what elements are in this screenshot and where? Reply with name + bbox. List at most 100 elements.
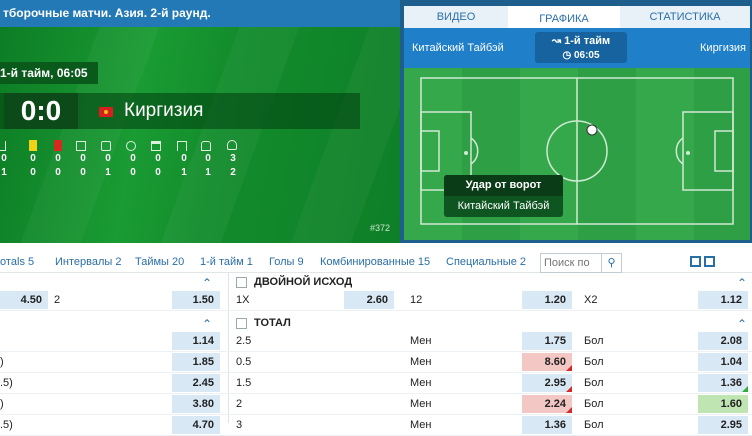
odd-button[interactable]: 1.14 (172, 332, 220, 350)
score: 0:0 (4, 93, 78, 129)
market-search: ⚲ (540, 253, 622, 273)
odd-value: 8.60 (544, 356, 566, 368)
tournament-title: тборочные матчи. Азия. 2-й раунд. (0, 0, 400, 27)
market-title: ДВОЙНОЙ ИСХОД (254, 276, 353, 288)
substitution-icon (76, 141, 86, 151)
table-row: .5) 2.45 (0, 373, 228, 394)
total-line: 1.5 (236, 377, 252, 389)
odd-button[interactable]: 1.75 (522, 332, 572, 350)
odd-button[interactable]: 2.08 (698, 332, 748, 350)
match-panel: тборочные матчи. Азия. 2-й раунд. 1-й та… (0, 0, 400, 243)
odd-button[interactable]: 2.24 (522, 395, 572, 413)
market-tab-first-half[interactable]: 1-й тайм 1 (200, 256, 253, 268)
match-time: 06:05 (56, 66, 88, 80)
stat-value: 0 (105, 153, 111, 164)
collapse-chevron-icon[interactable]: ⌃ (735, 318, 749, 330)
market-tab-special[interactable]: Специальные 2 (446, 256, 526, 268)
odd-button[interactable]: 3.80 (172, 395, 220, 413)
kyrgyzstan-flag-icon (99, 107, 113, 117)
outcome-label: X2 (584, 294, 598, 306)
odd-button[interactable]: 1.85 (172, 353, 220, 371)
odd-button[interactable]: 1.50 (172, 291, 220, 309)
table-row: 1X 2.60 12 1.20 X2 1.12 (228, 290, 752, 311)
stat-value: 0 (181, 153, 187, 164)
odd-button[interactable]: 2.95 (698, 416, 748, 434)
search-icon[interactable]: ⚲ (601, 254, 621, 272)
viz-teams-bar: Китайский Тайбэй ↝ 1-й тайм ◷ 06:05 Кирг… (404, 28, 750, 68)
market-tab-intervals[interactable]: Интервалы 2 (55, 256, 121, 268)
table-row: 2.5 Мен 1.75 Бол 2.08 (228, 331, 752, 352)
search-input[interactable] (541, 254, 601, 272)
tab-graphics[interactable]: ГРАФИКА (508, 6, 620, 28)
odd-value: 2.95 (544, 377, 566, 389)
market-checkbox[interactable] (236, 277, 247, 288)
market-tab-goals[interactable]: Голы 9 (269, 256, 304, 268)
table-row: .5) 4.70 (0, 415, 228, 436)
event-title: Удар от ворот (444, 175, 563, 196)
odd-value: 2.24 (544, 398, 566, 410)
period-text: 1-й тайм, (0, 66, 54, 80)
single-column-view-icon[interactable] (704, 256, 715, 267)
table-row: 2 Мен 2.24 Бол 1.60 (228, 394, 752, 415)
odds-down-indicator (566, 407, 572, 413)
stat-value: 1 (1, 167, 7, 178)
tab-statistics[interactable]: СТАТИСТИКА (620, 6, 750, 28)
odd-button[interactable]: 4.50 (0, 291, 48, 309)
under-label: Мен (410, 356, 432, 368)
total-line: 2 (236, 398, 243, 410)
stat-value: 3 (230, 153, 236, 164)
under-label: Мен (410, 419, 432, 431)
outcome-label: .5) (0, 419, 13, 431)
under-label: Мен (410, 398, 432, 410)
viz-time: 06:05 (573, 50, 600, 61)
market-title: ТОТАЛ (254, 317, 291, 329)
possession-icon (227, 140, 237, 150)
viz-period: 1-й тайм (564, 35, 611, 47)
ball-icon (586, 124, 598, 136)
market-tabs: отals 5 Интервалы 2 Таймы 20 1-й тайм 1 … (0, 251, 752, 273)
odd-button[interactable]: 8.60 (522, 353, 572, 371)
market-tab-totals[interactable]: отals 5 (0, 256, 34, 268)
over-label: Бол (584, 419, 604, 431)
event-box: Удар от ворот Китайский Тайбэй (444, 175, 563, 217)
right-penalty-spot (686, 151, 690, 155)
odd-button[interactable]: 1.36 (698, 374, 748, 392)
viz-tabs: ВИДЕО ГРАФИКА СТАТИСТИКА (404, 6, 750, 28)
odd-value: 1.60 (720, 398, 742, 410)
stat-value: 0 (130, 153, 136, 164)
stat-value: 0 (30, 153, 36, 164)
under-label: Мен (410, 335, 432, 347)
clock-icon: ◷ (562, 50, 572, 61)
goal-kick-icon (151, 141, 161, 151)
odd-button[interactable]: 2.60 (344, 291, 394, 309)
odd-button[interactable]: 4.70 (172, 416, 220, 434)
viz-team2: Киргизия (700, 42, 746, 54)
market-checkbox[interactable] (236, 318, 247, 329)
stat-value: 0 (130, 167, 136, 178)
stat-value: 1 (105, 167, 111, 178)
outcome-label: ) (0, 356, 4, 368)
stats-row-team1: 0 0 0 0 0 0 0 0 0 3 (0, 152, 250, 166)
odd-button[interactable]: 1.60 (698, 395, 748, 413)
odd-button[interactable]: 2.45 (172, 374, 220, 392)
odd-button[interactable]: 1.20 (522, 291, 572, 309)
table-row: 4.50 2 1.50 (0, 290, 228, 311)
odd-value: 1.36 (720, 377, 742, 389)
total-line: 2.5 (236, 335, 252, 347)
two-column-view-icon[interactable] (690, 256, 701, 267)
odd-button[interactable]: 1.04 (698, 353, 748, 371)
viz-team1: Китайский Тайбэй (412, 42, 504, 54)
over-label: Бол (584, 335, 604, 347)
odd-button[interactable]: 1.12 (698, 291, 748, 309)
market-tab-halves[interactable]: Таймы 20 (135, 256, 184, 268)
yellow-card-icon (29, 140, 37, 151)
market-tab-combined[interactable]: Комбинированные 15 (320, 256, 430, 268)
outcome-label: 12 (410, 294, 423, 306)
tab-video[interactable]: ВИДЕО (404, 6, 508, 28)
right-goal-area (714, 130, 734, 172)
odd-button[interactable]: 1.36 (522, 416, 572, 434)
odd-button[interactable]: 2.95 (522, 374, 572, 392)
table-row: ) 1.85 (0, 352, 228, 373)
whistle-icon: ↝ (551, 35, 562, 47)
match-id: #372 (369, 223, 390, 233)
